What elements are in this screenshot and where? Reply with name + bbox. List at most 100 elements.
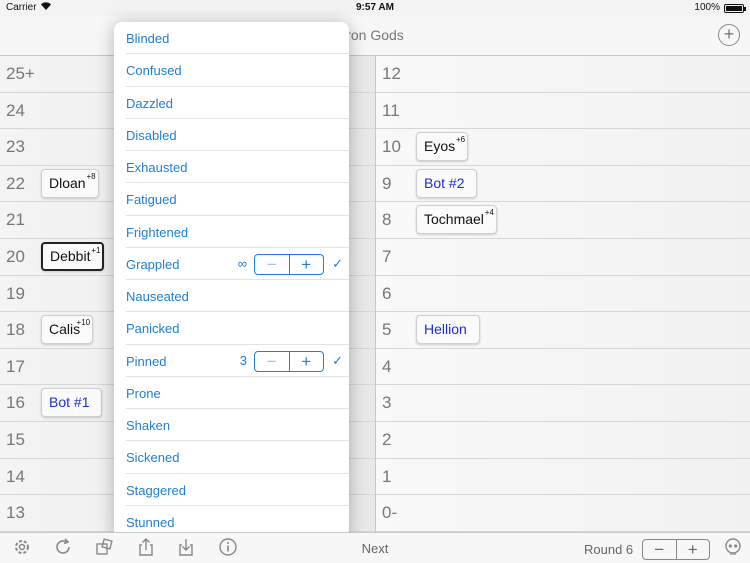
condition-item[interactable]: Pinned 3− + ✓: [126, 345, 349, 377]
combatant-token[interactable]: Eyos +6: [416, 132, 469, 162]
initiative-row: 2: [376, 422, 750, 459]
checkmark-icon: ✓: [332, 352, 343, 368]
combatant-token[interactable]: Hellion: [416, 315, 480, 345]
condition-item[interactable]: Confused: [126, 54, 349, 87]
initiative-number: 8: [382, 210, 392, 230]
combatant-token[interactable]: Debbit +1: [41, 241, 105, 271]
add-combatant-button[interactable]: +: [718, 24, 740, 46]
duration-increment-button[interactable]: +: [290, 352, 324, 371]
bottom-toolbar: Next Round 6 − +: [0, 532, 750, 563]
initiative-row: 6: [376, 276, 750, 313]
initiative-number: 16: [6, 393, 25, 413]
duration-stepper: − +: [254, 350, 324, 372]
condition-label: Frightened: [126, 224, 189, 240]
initiative-row: 10 Eyos +6: [376, 129, 750, 166]
initiative-number: 5: [382, 320, 392, 340]
initiative-modifier: +6: [456, 135, 466, 145]
initiative-number: 11: [382, 100, 400, 120]
condition-item[interactable]: Dazzled: [126, 87, 349, 119]
initiative-number: 24: [6, 100, 25, 120]
initiative-row: 7: [376, 239, 750, 276]
condition-label: Stunned: [126, 514, 175, 530]
initiative-row: 1: [376, 459, 750, 496]
condition-item[interactable]: Panicked: [126, 312, 349, 345]
initiative-row: 9 Bot #2: [376, 166, 750, 203]
initiative-modifier: +1: [91, 245, 101, 255]
round-increment-button[interactable]: +: [677, 540, 710, 559]
initiative-number: 14: [6, 466, 25, 486]
condition-item[interactable]: Sickened: [126, 441, 349, 474]
initiative-number: 3: [382, 393, 392, 413]
initiative-number: 18: [6, 320, 25, 340]
condition-label: Blinded: [126, 31, 170, 46]
condition-item[interactable]: Frightened: [126, 216, 349, 248]
duration-increment-button[interactable]: +: [290, 255, 324, 274]
initiative-number: 0-: [382, 503, 398, 523]
condition-label: Exhausted: [126, 160, 188, 175]
initiative-number: 15: [6, 429, 25, 449]
condition-label: Fatigued: [126, 192, 177, 208]
combatant-token[interactable]: Tochmael +4: [416, 205, 497, 235]
battery-icon: [724, 4, 746, 13]
condition-duration: 3: [239, 352, 247, 368]
condition-item[interactable]: Exhausted: [126, 151, 349, 184]
condition-duration: ∞: [237, 255, 247, 271]
condition-item[interactable]: Fatigued: [126, 183, 349, 216]
navigation-bar: ron Gods +: [0, 16, 750, 56]
condition-label: Confused: [126, 63, 182, 79]
initiative-row: 12: [376, 56, 750, 93]
initiative-number: 13: [6, 503, 25, 523]
condition-item[interactable]: Blinded: [126, 22, 349, 55]
initiative-number: 20: [6, 246, 25, 266]
initiative-number: 4: [382, 356, 392, 376]
condition-item[interactable]: Prone: [126, 377, 349, 409]
initiative-number: 17: [6, 356, 25, 376]
condition-item[interactable]: Staggered: [126, 474, 349, 506]
combatant-token[interactable]: Bot #2: [416, 168, 478, 198]
condition-label: Sickened: [126, 450, 180, 466]
initiative-row: 5 Hellion: [376, 312, 750, 349]
initiative-number: 6: [382, 283, 392, 303]
initiative-row: 4: [376, 349, 750, 386]
conditions-popover: Blinded Confused Dazzled Disabled Exhausted F…: [114, 22, 349, 538]
condition-label: Nauseated: [126, 289, 189, 304]
duration-stepper: − +: [254, 253, 324, 275]
initiative-number: 19: [6, 283, 25, 303]
initiative-row: 3: [376, 385, 750, 422]
duration-decrement-button[interactable]: −: [255, 254, 290, 274]
round-label: Round 6: [584, 542, 634, 557]
initiative-number: 1: [382, 466, 392, 486]
condition-label: Shaken: [126, 418, 171, 433]
initiative-number: 25+: [6, 64, 35, 83]
condition-label: Staggered: [126, 482, 186, 498]
status-bar: Carrier 9:57 AM 100%: [0, 0, 750, 16]
condition-item[interactable]: Grappled ∞ − + ✓: [126, 248, 349, 280]
combatant-name: Calis: [49, 321, 81, 338]
next-turn-button[interactable]: Next: [0, 541, 750, 556]
battery-percent: 100%: [694, 2, 720, 13]
skull-icon[interactable]: [722, 537, 744, 559]
round-decrement-button[interactable]: −: [643, 540, 677, 559]
combatant-token[interactable]: Calis +10: [41, 315, 94, 345]
condition-label: Grappled: [126, 256, 180, 272]
condition-item[interactable]: Nauseated: [126, 280, 349, 313]
duration-decrement-button[interactable]: −: [255, 351, 290, 371]
initiative-number: 23: [6, 137, 25, 157]
checkmark-icon: ✓: [332, 255, 343, 271]
initiative-number: 12: [382, 64, 401, 83]
condition-item[interactable]: Disabled: [126, 119, 349, 151]
initiative-row: 0-: [376, 495, 750, 532]
combatant-token[interactable]: Dloan +8: [41, 168, 99, 198]
initiative-modifier: +8: [86, 171, 96, 181]
combatant-name: Dloan: [49, 174, 86, 191]
plus-circle-icon: +: [723, 24, 735, 44]
page-title: ron Gods: [346, 27, 404, 43]
combatant-name: Tochmael: [424, 211, 484, 228]
round-stepper: − +: [642, 539, 710, 560]
condition-label: Dazzled: [126, 95, 173, 111]
combatant-token[interactable]: Bot #1: [41, 388, 103, 418]
condition-item[interactable]: Shaken: [126, 409, 349, 442]
combatant-name: Hellion: [424, 321, 467, 338]
condition-label: Panicked: [126, 321, 180, 337]
initiative-row: 11: [376, 93, 750, 130]
